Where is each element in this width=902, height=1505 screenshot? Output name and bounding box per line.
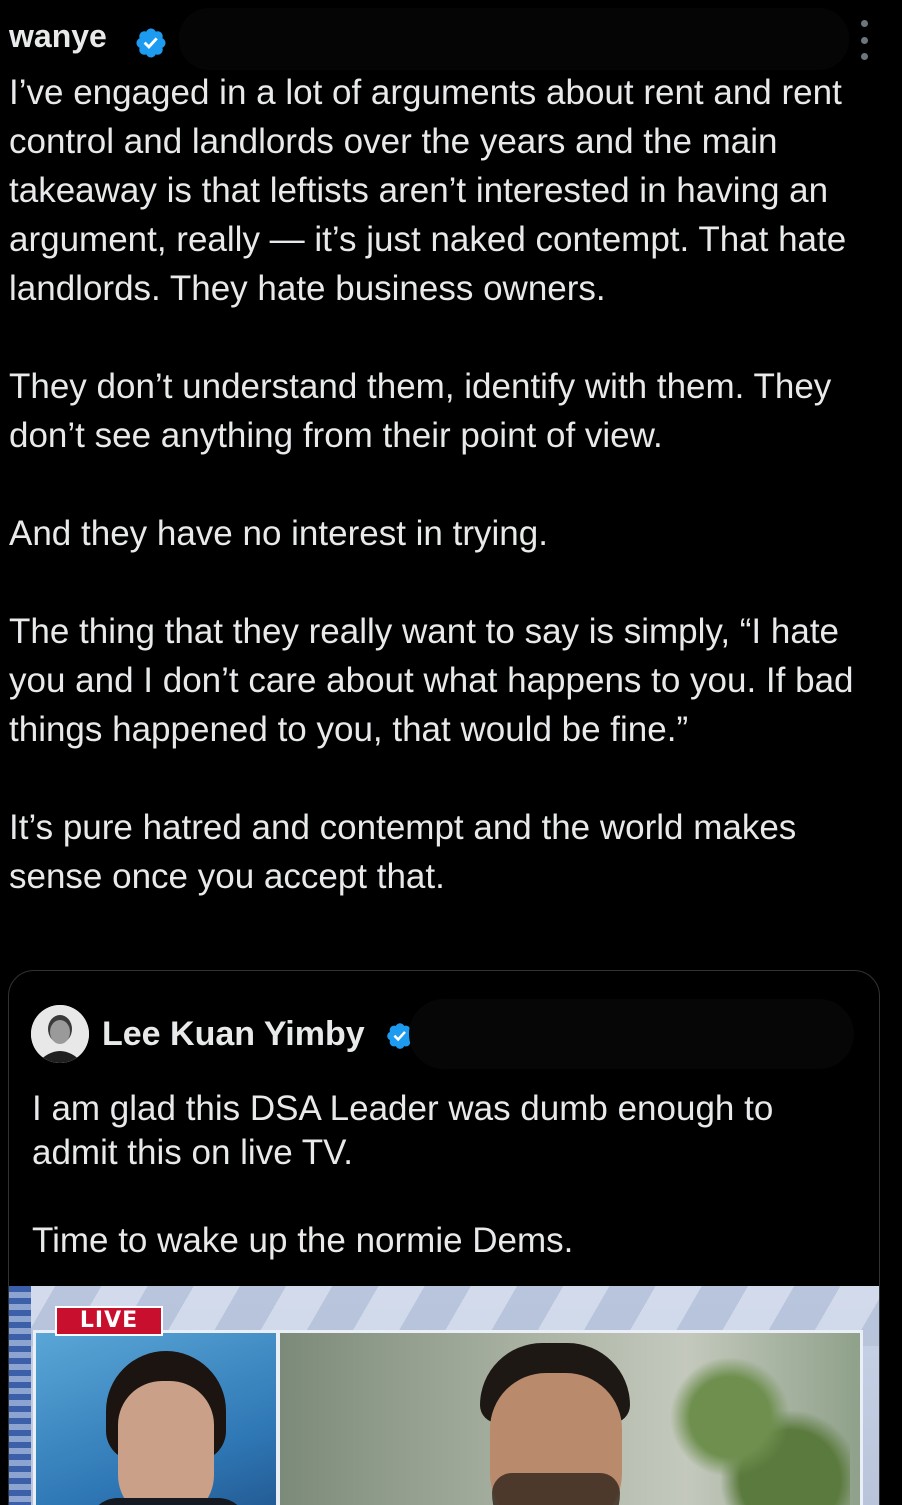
post-header: wanye xyxy=(9,8,882,70)
post-page: wanye I’ve engaged in a lot of arguments… xyxy=(0,0,902,1505)
avatar-portrait-icon xyxy=(31,1005,89,1063)
redacted-handle xyxy=(179,8,849,70)
quoted-post[interactable]: Lee Kuan Yimby I am glad this DSA Leader… xyxy=(8,970,880,1505)
more-options-icon[interactable] xyxy=(846,20,882,60)
quoted-post-body-text: I am glad this DSA Leader was dumb enoug… xyxy=(32,1089,774,1260)
avatar[interactable] xyxy=(31,1005,89,1063)
live-badge: LIVE xyxy=(55,1306,163,1336)
author-name[interactable]: wanye xyxy=(9,18,107,55)
redacted-quoted-handle xyxy=(409,999,854,1069)
broadcast-side-graphic xyxy=(9,1286,31,1505)
quoted-video-thumbnail[interactable]: LIVE xyxy=(9,1286,879,1505)
post-body-text: I’ve engaged in a lot of arguments about… xyxy=(9,73,854,896)
verified-badge-icon xyxy=(136,28,166,58)
quoted-author-name[interactable]: Lee Kuan Yimby xyxy=(102,1015,365,1054)
video-panel-right xyxy=(277,1330,863,1505)
video-panel-left xyxy=(33,1330,279,1505)
